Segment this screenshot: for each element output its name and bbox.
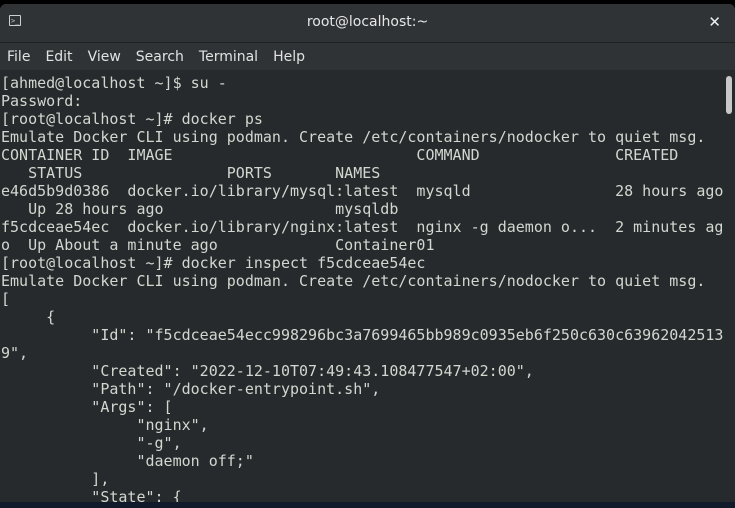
- menu-terminal[interactable]: Terminal: [199, 49, 258, 65]
- terminal-line: "nginx",: [1, 416, 209, 434]
- window-title: root@localhost:~: [306, 14, 429, 30]
- menu-bar: File Edit View Search Terminal Help: [0, 43, 735, 71]
- terminal-line: [root@localhost ~]# docker inspect f5cdc…: [1, 254, 426, 272]
- menu-help[interactable]: Help: [273, 49, 305, 65]
- terminal-line: [ahmed@localhost ~]$ su -: [1, 74, 227, 92]
- scrollbar[interactable]: [726, 76, 732, 114]
- terminal-line: "daemon off;": [1, 452, 254, 470]
- terminal-line: {: [1, 308, 56, 326]
- terminal-output[interactable]: [ahmed@localhost ~]$ su - Password: [root@…: [0, 70, 735, 508]
- menu-edit[interactable]: Edit: [45, 49, 72, 65]
- terminal-line: STATUS PORTS NAMES: [1, 164, 381, 182]
- terminal-line: Up 28 hours ago mysqldb: [1, 200, 399, 218]
- background-window-strip: [0, 502, 735, 508]
- terminal-line: e46d5b9d0386 docker.io/library/mysql:lat…: [1, 182, 724, 200]
- terminal-line: o Up About a minute ago Container01: [1, 236, 435, 254]
- terminal-line: [: [1, 290, 11, 308]
- terminal-line: Password:: [1, 92, 83, 110]
- terminal-line: "Created": "2022-12-10T07:49:43.10847754…: [1, 362, 534, 380]
- terminal-line: Emulate Docker CLI using podman. Create …: [1, 128, 706, 146]
- terminal-line: "Path": "/docker-entrypoint.sh",: [1, 380, 381, 398]
- terminal-lines: [ahmed@localhost ~]$ su - Password: [root@…: [0, 70, 735, 506]
- terminal-line: CONTAINER ID IMAGE COMMAND CREATED: [1, 146, 679, 164]
- menu-search[interactable]: Search: [136, 49, 184, 65]
- terminal-line: "-g",: [1, 434, 182, 452]
- terminal-line: ],: [1, 470, 110, 488]
- terminal-line: 9",: [1, 344, 29, 362]
- terminal-line: Emulate Docker CLI using podman. Create …: [1, 272, 706, 290]
- close-button[interactable]: ✕: [708, 13, 721, 31]
- title-bar: >_ root@localhost:~ ✕: [0, 4, 735, 43]
- menu-view[interactable]: View: [88, 49, 121, 65]
- terminal-line: [root@localhost ~]# docker ps: [1, 110, 263, 128]
- terminal-window: >_ root@localhost:~ ✕ File Edit View Sea…: [0, 4, 735, 508]
- terminal-line: "Id": "f5cdceae54ecc998296bc3a7699465bb9…: [1, 326, 724, 344]
- terminal-line: "Args": [: [1, 398, 173, 416]
- terminal-line: f5cdceae54ec docker.io/library/nginx:lat…: [1, 218, 724, 236]
- menu-file[interactable]: File: [7, 49, 30, 65]
